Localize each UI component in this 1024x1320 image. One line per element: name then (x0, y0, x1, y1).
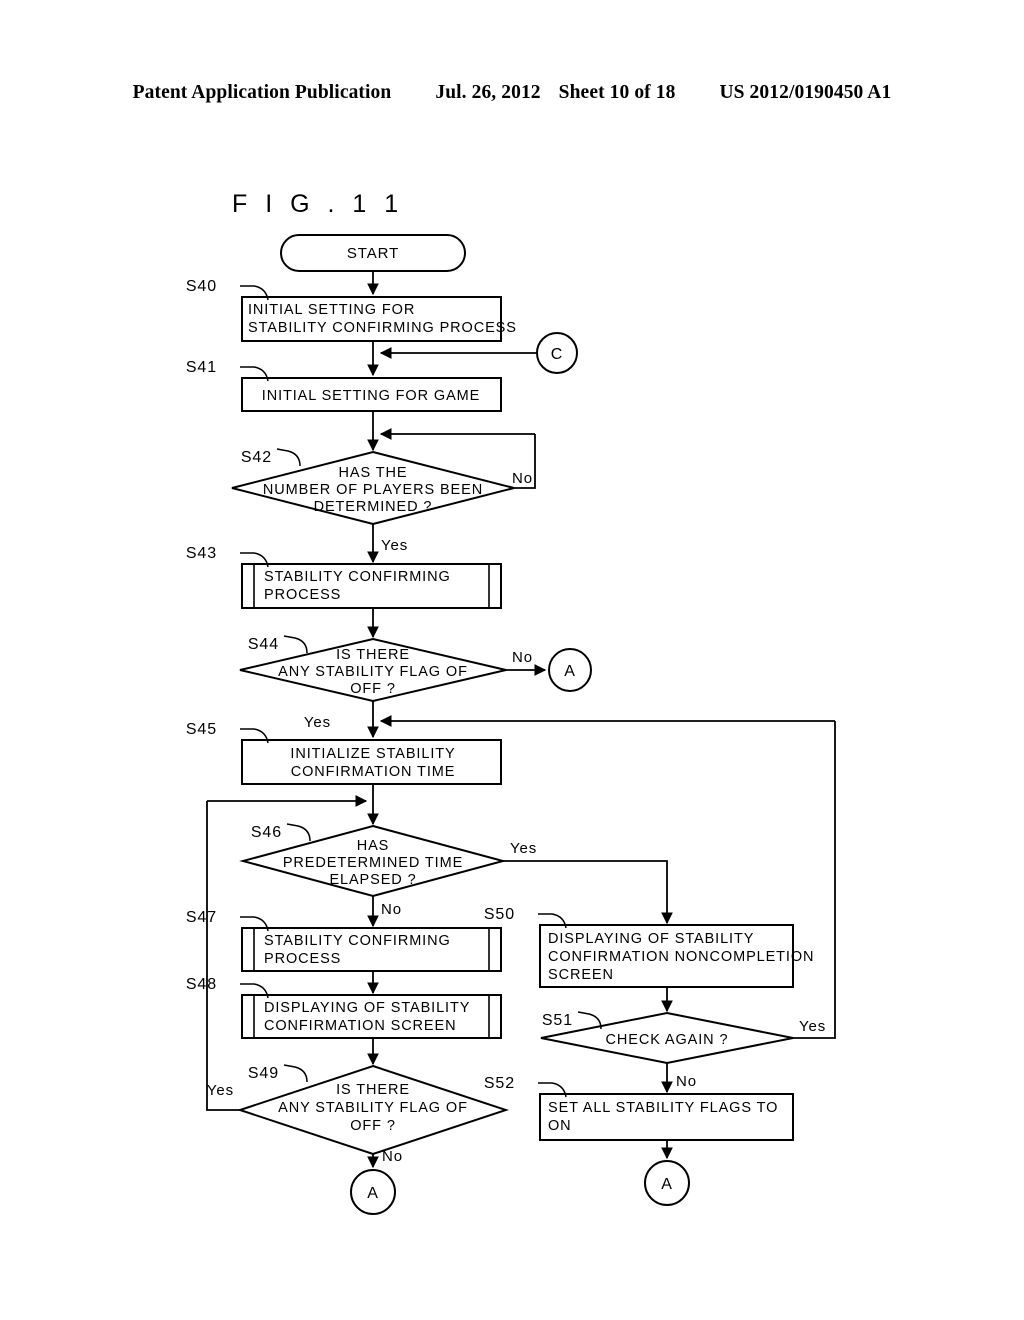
s48-step-id: S48 (186, 976, 217, 993)
s48-line-2: CONFIRMATION SCREEN (264, 1018, 456, 1034)
s42-yes-label: Yes (381, 537, 408, 554)
s44-leader (283, 635, 308, 654)
s45-line-2: CONFIRMATION TIME (291, 764, 456, 780)
s44-step-id: S44 (248, 636, 279, 653)
s46-leader (286, 823, 311, 842)
node-s40: INITIAL SETTING FOR STABILITY CONFIRMING… (186, 278, 517, 342)
s46-line-2: PREDETERMINED TIME (283, 855, 463, 871)
edge-s46-yes (503, 860, 673, 925)
connector-a-bottom-left: A (350, 1169, 396, 1215)
s49-step-id: S49 (248, 1065, 279, 1082)
s52-line-1: SET ALL STABILITY FLAGS TO (548, 1100, 778, 1116)
start-label: START (347, 245, 399, 262)
s49-leader (283, 1064, 308, 1083)
s44-line-2: ANY STABILITY FLAG OF (278, 664, 468, 680)
node-s41: INITIAL SETTING FOR GAME S41 (186, 359, 502, 412)
edge-s51-yes (793, 721, 836, 1039)
connector-a-bottom-right: A (644, 1160, 690, 1206)
s51-line-1: CHECK AGAIN ? (606, 1032, 729, 1048)
node-s51: CHECK AGAIN ? S51 (540, 1011, 794, 1065)
s41-line-1: INITIAL SETTING FOR GAME (262, 388, 480, 404)
s50-line-1: DISPLAYING OF STABILITY (548, 931, 754, 947)
s47-line-1: STABILITY CONFIRMING (264, 933, 451, 949)
s46-line-1: HAS (357, 838, 390, 854)
s52-line-2: ON (548, 1118, 572, 1134)
s46-yes-label: Yes (510, 840, 537, 857)
s50-line-3: SCREEN (548, 967, 614, 983)
s42-step-id: S42 (241, 449, 272, 466)
s44-line-1: IS THERE (336, 647, 410, 663)
connector-a-bottom-left-label: A (367, 1185, 379, 1202)
node-s43: STABILITY CONFIRMING PROCESS S43 (186, 545, 502, 609)
node-s47: STABILITY CONFIRMING PROCESS S47 (186, 909, 502, 972)
s47-line-2: PROCESS (264, 951, 341, 967)
patent-page: Patent Application Publication Jul. 26, … (0, 0, 1024, 1320)
s50-step-id: S50 (484, 906, 515, 923)
s43-step-id: S43 (186, 545, 217, 562)
node-s44: IS THERE ANY STABILITY FLAG OF OFF ? S44 (239, 635, 507, 703)
s46-step-id: S46 (251, 824, 282, 841)
s49-line-1: IS THERE (336, 1082, 410, 1098)
s42-line-1: HAS THE (339, 465, 408, 481)
s42-leader (276, 448, 301, 467)
s42-no-label: No (512, 470, 533, 487)
node-start: START (280, 234, 466, 272)
s45-line-1: INITIALIZE STABILITY (290, 746, 455, 762)
s42-line-3: DETERMINED ? (314, 499, 433, 515)
node-s52: SET ALL STABILITY FLAGS TO ON S52 (484, 1075, 794, 1141)
connector-c-label: C (551, 346, 563, 363)
s40-step-id: S40 (186, 278, 217, 295)
s47-step-id: S47 (186, 909, 217, 926)
node-s49: IS THERE ANY STABILITY FLAG OF OFF ? S49 (236, 1064, 510, 1156)
s50-line-2: CONFIRMATION NONCOMPLETION (548, 949, 814, 965)
s44-yes-label: Yes (304, 714, 331, 731)
node-s50: DISPLAYING OF STABILITY CONFIRMATION NON… (484, 906, 814, 988)
s49-line-3: OFF ? (350, 1118, 396, 1134)
s42-line-2: NUMBER OF PLAYERS BEEN (263, 482, 483, 498)
node-s46: HAS PREDETERMINED TIME ELAPSED ? S46 (239, 823, 507, 898)
s51-yes-label: Yes (799, 1018, 826, 1035)
node-s45: INITIALIZE STABILITY CONFIRMATION TIME S… (186, 721, 502, 785)
s51-no-label: No (676, 1073, 697, 1090)
node-s42: HAS THE NUMBER OF PLAYERS BEEN DETERMINE… (231, 448, 515, 526)
flowchart-diagram: START INITIAL SETTING FOR STABILITY CONF… (186, 234, 836, 1215)
connector-a-bottom-right-label: A (661, 1176, 673, 1193)
s51-step-id: S51 (542, 1012, 573, 1029)
s40-line-2: STABILITY CONFIRMING PROCESS (248, 320, 517, 336)
s49-yes-label: Yes (207, 1082, 234, 1099)
s49-no-label: No (382, 1148, 403, 1165)
s49-line-2: ANY STABILITY FLAG OF (278, 1100, 468, 1116)
connector-c: C (536, 332, 578, 374)
connector-a-s44-label: A (564, 663, 576, 680)
edge-s49-yes (206, 801, 240, 1111)
s52-step-id: S52 (484, 1075, 515, 1092)
s45-step-id: S45 (186, 721, 217, 738)
s40-line-1: INITIAL SETTING FOR (248, 302, 415, 318)
s43-line-1: STABILITY CONFIRMING (264, 569, 451, 585)
node-s48: DISPLAYING OF STABILITY CONFIRMATION SCR… (186, 976, 502, 1039)
s48-line-1: DISPLAYING OF STABILITY (264, 1000, 470, 1016)
s41-step-id: S41 (186, 359, 217, 376)
s44-no-label: No (512, 649, 533, 666)
s46-line-3: ELAPSED ? (329, 872, 416, 888)
connector-a-s44: A (548, 648, 592, 692)
s46-no-label: No (381, 901, 402, 918)
s43-line-2: PROCESS (264, 587, 341, 603)
s44-line-3: OFF ? (350, 681, 396, 697)
